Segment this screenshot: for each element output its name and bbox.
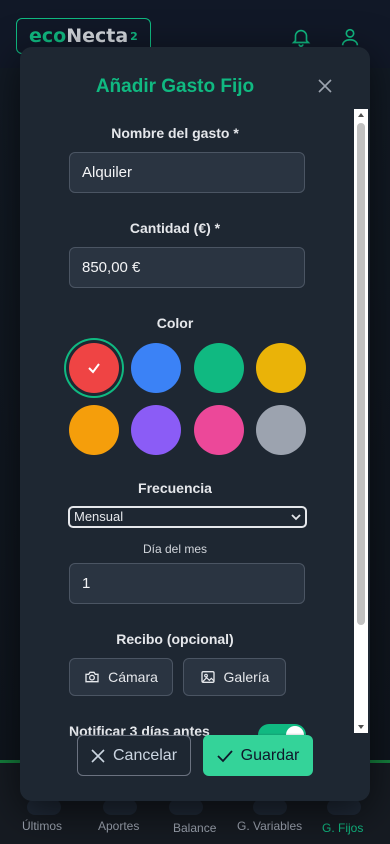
nav-item-balance[interactable]: Balance <box>173 821 216 835</box>
camera-button-label: Cámara <box>108 669 158 685</box>
amount-input[interactable]: 850,00 € <box>69 247 305 288</box>
bell-icon[interactable] <box>290 26 312 48</box>
color-swatch[interactable] <box>69 343 119 393</box>
scroll-up-arrow[interactable] <box>358 113 364 117</box>
modal-scrollbar[interactable] <box>354 109 368 733</box>
logo-main: Necta <box>66 25 129 47</box>
frequency-value: Mensual <box>74 509 124 524</box>
chevron-down-icon <box>291 514 301 521</box>
scroll-down-arrow[interactable] <box>358 725 364 729</box>
gallery-button-label: Galería <box>223 669 270 685</box>
day-of-month-input[interactable]: 1 <box>69 563 305 604</box>
color-swatch[interactable] <box>256 343 306 393</box>
nav-item-aportes[interactable]: Aportes <box>98 819 139 833</box>
nav-item-ultimos[interactable]: Últimos <box>22 819 62 833</box>
check-icon <box>217 749 233 762</box>
check-icon <box>88 363 100 374</box>
nav-indicator-aportes <box>103 799 137 815</box>
logo-prefix: eco <box>29 25 67 47</box>
frequency-label: Frecuencia <box>138 480 212 496</box>
color-swatch[interactable] <box>69 405 119 455</box>
color-swatch[interactable] <box>194 343 244 393</box>
expense-name-input[interactable]: Alquiler <box>69 152 305 193</box>
close-icon[interactable] <box>316 77 334 95</box>
user-icon[interactable] <box>339 26 361 48</box>
color-swatch[interactable] <box>194 405 244 455</box>
frequency-select[interactable]: Mensual <box>68 506 307 528</box>
image-icon <box>200 671 215 683</box>
nav-indicator-balance <box>169 799 203 815</box>
color-label: Color <box>156 315 194 331</box>
nav-indicator-fijos <box>327 799 361 815</box>
camera-icon <box>85 671 99 683</box>
color-swatch[interactable] <box>131 343 181 393</box>
logo-sup: 2 <box>130 29 138 43</box>
color-swatch[interactable] <box>256 405 306 455</box>
save-button-label: Guardar <box>240 746 300 764</box>
day-label: Día del mes <box>142 542 208 556</box>
save-button[interactable]: Guardar <box>203 735 313 776</box>
name-label: Nombre del gasto * <box>111 125 239 141</box>
close-icon <box>91 748 105 763</box>
nav-item-g-variables[interactable]: G. Variables <box>237 819 302 833</box>
nav-item-g-fijos[interactable]: G. Fijos <box>322 821 363 835</box>
modal-title: Añadir Gasto Fijo <box>95 76 255 97</box>
nav-indicator-ultimos <box>27 799 61 815</box>
nav-indicator-variables <box>253 799 287 815</box>
cancel-button[interactable]: Cancelar <box>77 735 191 776</box>
add-fixed-expense-modal: Añadir Gasto Fijo Nombre del gasto * Alq… <box>20 47 370 801</box>
amount-label: Cantidad (€) * <box>129 220 221 236</box>
gallery-button[interactable]: Galería <box>183 658 286 696</box>
cancel-button-label: Cancelar <box>112 746 178 764</box>
receipt-label: Recibo (opcional) <box>116 631 234 647</box>
scrollbar-thumb[interactable] <box>357 123 365 625</box>
camera-button[interactable]: Cámara <box>69 658 173 696</box>
color-swatch[interactable] <box>131 405 181 455</box>
